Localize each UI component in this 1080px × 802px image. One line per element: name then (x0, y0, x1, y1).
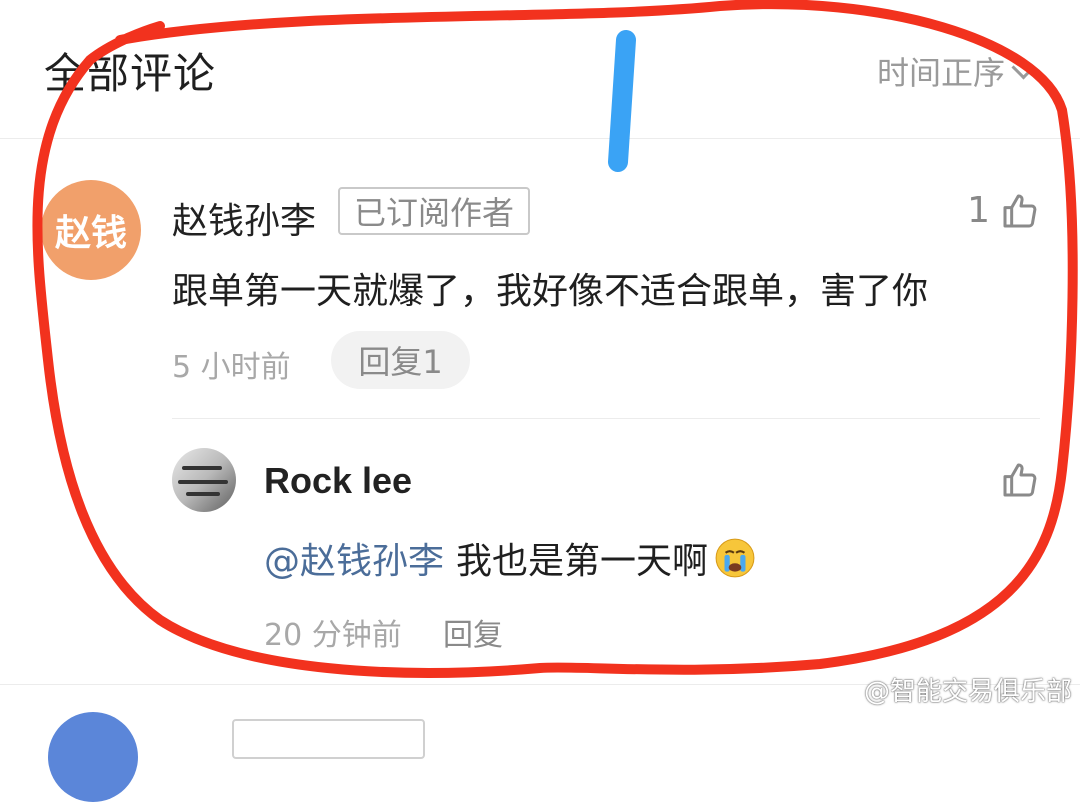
comment-author[interactable]: 赵钱孙李 (172, 192, 316, 244)
watermark: @智能交易俱乐部 (864, 671, 1072, 708)
comments-header: 全部评论 时间正序 (0, 0, 1080, 139)
reply-avatar[interactable] (172, 448, 236, 512)
comments-title: 全部评论 (44, 49, 217, 98)
like-count: 1 (967, 190, 990, 231)
chevron-down-icon (1011, 54, 1036, 80)
like-button[interactable]: 1 (967, 190, 1040, 231)
sort-dropdown[interactable]: 时间正序 (876, 48, 1036, 94)
crying-face-icon (715, 538, 755, 578)
comment-text: 跟单第一天就爆了，我好像不适合跟单，害了你 (172, 271, 929, 312)
reply-body: 我也是第一天啊 (456, 541, 709, 582)
reply-like-button[interactable] (1000, 460, 1040, 504)
thumbs-up-icon (1003, 463, 1037, 497)
subscriber-badge: 已订阅作者 (338, 187, 531, 235)
avatar-text: 赵钱 (54, 213, 127, 254)
reply-time: 20 分钟前 (264, 618, 402, 653)
thumbs-up-icon (1003, 194, 1037, 227)
divider (172, 418, 1040, 419)
next-comment-avatar[interactable] (48, 712, 138, 802)
comment-time: 5 小时前 (172, 350, 291, 385)
watermark-text: @智能交易俱乐部 (863, 677, 1072, 707)
mention-link[interactable]: @赵钱孙李 (264, 532, 444, 584)
reply-button[interactable]: 回复 (443, 610, 503, 654)
avatar[interactable]: 赵钱 (41, 180, 141, 280)
sort-label: 时间正序 (876, 54, 1005, 92)
next-comment-badge (232, 719, 425, 759)
reply-count-button[interactable]: 回复1 (331, 331, 470, 389)
reply-author[interactable]: Rock lee (264, 460, 412, 502)
reply-text: @赵钱孙李 我也是第一天啊 (264, 532, 756, 584)
